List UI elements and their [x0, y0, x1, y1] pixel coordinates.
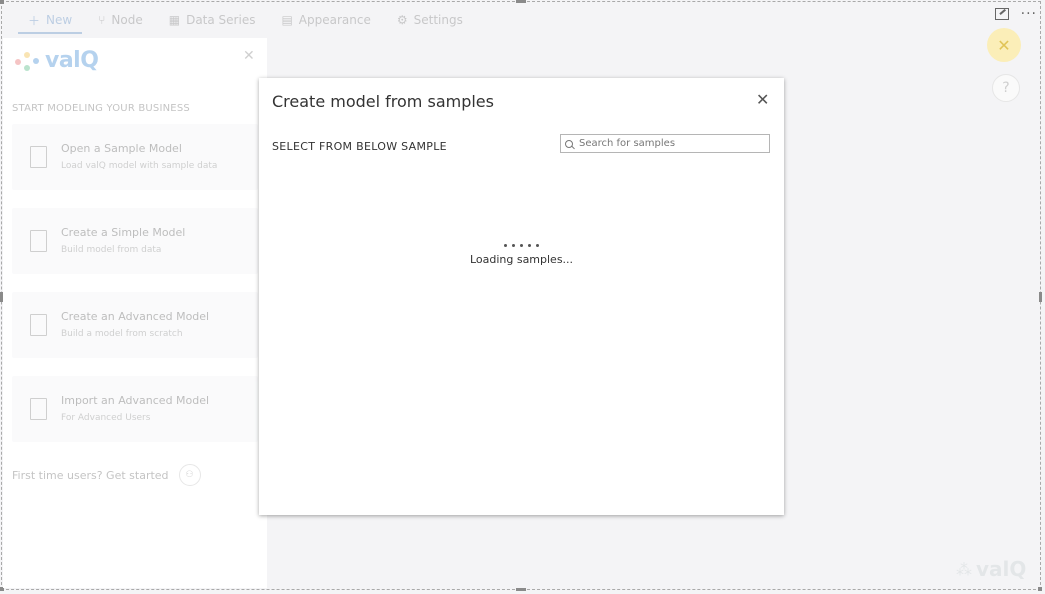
card-open-sample-model[interactable]: Open a Sample Model Load valQ model with… [12, 124, 258, 190]
card-subtitle: Build model from data [61, 245, 162, 255]
loading-text: Loading samples... [469, 253, 574, 266]
import-document-icon [30, 398, 47, 420]
appearance-icon: ▤ [281, 13, 293, 27]
resize-handle-bottom[interactable] [516, 588, 526, 591]
help-icon: ? [1002, 80, 1010, 96]
new-document-icon [30, 314, 47, 336]
get-started-text: First time users? Get started [12, 468, 169, 482]
tab-node[interactable]: ⑂ Node [88, 8, 153, 32]
focus-mode-icon[interactable] [994, 8, 1009, 20]
node-icon: ⑂ [98, 13, 106, 27]
sample-search-box[interactable] [560, 134, 770, 153]
search-icon [565, 139, 573, 148]
logo-mark-icon [15, 50, 41, 72]
tab-data-series[interactable]: ▦ Data Series [159, 8, 266, 32]
create-model-dialog: Create model from samples ✕ SELECT FROM … [259, 78, 784, 515]
user-guide-icon[interactable]: ⚇ [178, 464, 201, 486]
tab-new-label: New [46, 13, 73, 27]
dialog-close-icon[interactable]: ✕ [756, 90, 769, 109]
visual-header-actions: ··· [994, 6, 1037, 22]
resize-handle-top-left[interactable] [0, 0, 4, 4]
card-create-advanced-model[interactable]: Create an Advanced Model Build a model f… [12, 292, 258, 358]
panel-close-icon[interactable]: ✕ [243, 48, 255, 64]
loading-dots-icon [259, 244, 784, 247]
card-title: Import an Advanced Model [61, 394, 210, 407]
resize-handle-right[interactable] [1039, 292, 1042, 302]
resize-handle-bottom-right[interactable] [1038, 587, 1042, 591]
card-title: Create a Simple Model [61, 226, 186, 239]
data-series-icon: ▦ [168, 13, 181, 27]
gear-icon: ⚙ [396, 13, 408, 27]
watermark-logo-icon: ⁂ [956, 559, 972, 579]
close-icon: ✕ [997, 35, 1011, 55]
chart-document-icon [30, 146, 47, 168]
card-title: Open a Sample Model [61, 142, 182, 155]
valq-logo: valQ [15, 48, 99, 73]
logo-text: valQ [45, 48, 99, 73]
tab-appearance-label: Appearance [298, 13, 371, 27]
search-input[interactable] [579, 138, 764, 149]
panel-heading: START MODELING YOUR BUSINESS [12, 103, 190, 114]
dialog-title: Create model from samples [272, 92, 494, 111]
help-button[interactable]: ? [992, 74, 1020, 102]
tab-node-label: Node [111, 13, 143, 27]
tab-settings-label: Settings [413, 13, 463, 27]
more-options-icon[interactable]: ··· [1021, 6, 1037, 22]
loading-indicator: Loading samples... [259, 244, 784, 266]
card-title: Create an Advanced Model [61, 310, 210, 323]
card-import-advanced-model[interactable]: Import an Advanced Model For Advanced Us… [12, 376, 258, 442]
tab-appearance[interactable]: ▤ Appearance [271, 8, 380, 32]
start-panel: valQ ✕ START MODELING YOUR BUSINESS Open… [3, 38, 267, 588]
valq-watermark: ⁂ valQ [956, 557, 1026, 581]
close-button[interactable]: ✕ [987, 28, 1021, 62]
toolbar-tabs: ＋ New ⑂ Node ▦ Data Series ▤ Appearance … [18, 8, 473, 34]
tab-new[interactable]: ＋ New [18, 8, 83, 34]
tab-data-series-label: Data Series [186, 13, 256, 27]
shapes-icon [30, 230, 47, 252]
card-subtitle: For Advanced Users [61, 413, 151, 423]
card-subtitle: Load valQ model with sample data [61, 161, 218, 171]
tab-settings[interactable]: ⚙ Settings [387, 8, 473, 32]
dialog-subtitle: SELECT FROM BELOW SAMPLE [272, 140, 447, 153]
get-started-row[interactable]: First time users? Get started ⚇ [12, 464, 201, 486]
card-subtitle: Build a model from scratch [61, 329, 183, 339]
watermark-text: valQ [976, 557, 1027, 581]
resize-handle-top[interactable] [516, 0, 526, 3]
card-create-simple-model[interactable]: Create a Simple Model Build model from d… [12, 208, 258, 274]
plus-icon: ＋ [28, 13, 41, 28]
